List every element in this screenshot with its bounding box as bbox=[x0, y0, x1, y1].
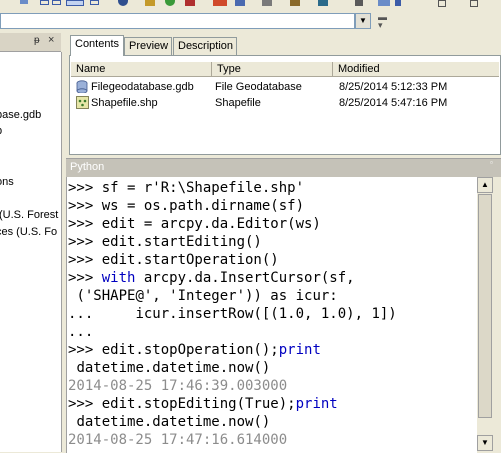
row-name: Filegeodatabase.gdb bbox=[91, 81, 194, 93]
console-line: datetime.datetime.now() bbox=[76, 360, 271, 376]
console-line: ... icur.insertRow([(1.0, 1.0), 1]) bbox=[68, 306, 397, 322]
row-name: Shapefile.shp bbox=[91, 97, 158, 109]
dock-grip-icon[interactable]: ▫ bbox=[490, 158, 493, 167]
toolbar-icon[interactable] bbox=[165, 0, 175, 6]
console-line: >>> edit = arcpy.da.Editor(ws) bbox=[68, 216, 321, 232]
tree-item[interactable]: p bbox=[0, 125, 2, 137]
tree-item[interactable]: base.gdb bbox=[0, 109, 41, 121]
toolbar-icon[interactable] bbox=[395, 0, 401, 6]
toolbar-icon[interactable] bbox=[52, 0, 61, 5]
console-line: >>> ws = os.path.dirname(sf) bbox=[68, 198, 305, 214]
console-line: >>> sf = r'R:\Shapefile.shp' bbox=[68, 180, 305, 196]
toolbar-icon[interactable] bbox=[318, 0, 328, 6]
console-line: >>> edit.stopOperation();print bbox=[68, 342, 321, 358]
python-window-titlebar bbox=[66, 158, 501, 177]
location-input[interactable] bbox=[0, 13, 355, 29]
console-line: datetime.datetime.now() bbox=[76, 414, 271, 430]
python-window-title: Python bbox=[70, 161, 105, 173]
toolbar-icon[interactable] bbox=[438, 0, 446, 7]
toolbar-grip-icon[interactable]: ▬ ▾ bbox=[378, 13, 388, 30]
console-line: >>> edit.startOperation() bbox=[68, 252, 279, 268]
tab-contents[interactable]: Contents bbox=[70, 35, 124, 56]
row-modified: 8/25/2014 5:47:16 PM bbox=[339, 97, 448, 109]
toolbar-icon[interactable] bbox=[145, 0, 155, 6]
row-type: File Geodatabase bbox=[215, 81, 302, 93]
tree-item[interactable]: (U.S. Forest bbox=[0, 209, 58, 221]
toolbar-icon[interactable] bbox=[90, 0, 99, 5]
column-header-modified[interactable]: Modified bbox=[333, 62, 499, 77]
toolbar-icon[interactable] bbox=[235, 0, 245, 6]
tree-item[interactable]: ons bbox=[0, 176, 14, 188]
tab-preview[interactable]: Preview bbox=[124, 37, 172, 55]
window-edge bbox=[493, 177, 501, 453]
toolbar-icon[interactable] bbox=[66, 0, 84, 6]
catalog-tree: base.gdb p ons (U.S. Forest ces (U.S. Fo bbox=[0, 52, 62, 452]
table-row[interactable]: Filegeodatabase.gdb File Geodatabase 8/2… bbox=[71, 79, 499, 95]
scroll-up-arrow-icon[interactable]: ▲ bbox=[477, 177, 493, 193]
tree-item[interactable]: ces (U.S. Fo bbox=[0, 226, 57, 238]
row-type: Shapefile bbox=[215, 97, 261, 109]
table-row[interactable]: Shapefile.shp Shapefile 8/25/2014 5:47:1… bbox=[71, 95, 499, 111]
toolbar-icon[interactable] bbox=[378, 0, 390, 6]
tab-description[interactable]: Description bbox=[173, 37, 237, 55]
location-dropdown-button[interactable]: ▼ bbox=[355, 13, 371, 29]
console-line: >>> edit.startEditing() bbox=[68, 234, 262, 250]
toolbar-icon[interactable] bbox=[355, 0, 363, 6]
pin-icon[interactable]: ᵽ bbox=[34, 35, 40, 46]
row-modified: 8/25/2014 5:12:33 PM bbox=[339, 81, 448, 93]
toolbar-icon[interactable] bbox=[185, 0, 195, 6]
toolbar-icon[interactable] bbox=[213, 0, 227, 6]
scrollbar-thumb[interactable] bbox=[478, 194, 492, 418]
search-icon[interactable] bbox=[118, 0, 128, 6]
column-header-name[interactable]: Name bbox=[71, 62, 212, 77]
close-icon[interactable]: × bbox=[48, 34, 54, 46]
console-line: ... bbox=[68, 324, 94, 340]
toolbar-icon[interactable] bbox=[470, 0, 478, 7]
shapefile-icon bbox=[76, 96, 89, 109]
geodatabase-icon bbox=[76, 80, 88, 93]
console-line: >>> with arcpy.da.InsertCursor(sf, bbox=[68, 270, 355, 286]
console-output: 2014-08-25 17:47:16.614000 bbox=[68, 432, 288, 448]
toolbar-icon[interactable] bbox=[20, 0, 28, 4]
toolbar-icon[interactable] bbox=[262, 0, 272, 6]
scroll-down-arrow-icon[interactable]: ▼ bbox=[477, 435, 493, 451]
console-line: >>> edit.stopEditing(True);print bbox=[68, 396, 338, 412]
console-output: 2014-08-25 17:46:39.003000 bbox=[68, 378, 288, 394]
toolbar-icon[interactable] bbox=[40, 0, 49, 5]
column-header-type[interactable]: Type bbox=[212, 62, 333, 77]
toolbar-icon[interactable] bbox=[290, 0, 300, 6]
console-line: ('SHAPE@', 'Integer')) as icur: bbox=[76, 288, 338, 304]
